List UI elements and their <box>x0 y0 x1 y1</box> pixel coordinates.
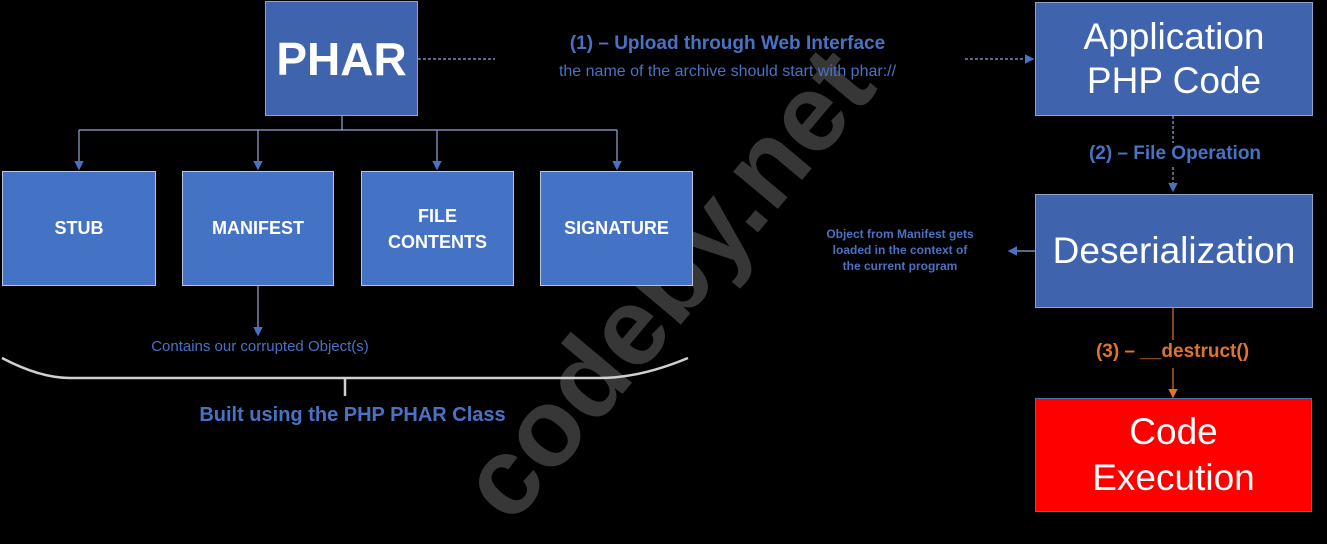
component-label: MANIFEST <box>212 218 304 238</box>
step2-label: (2) – File Operation <box>1088 143 1262 164</box>
step1-subtitle: the name of the archive should start wit… <box>558 63 897 80</box>
deserialization-note: Object from Manifest gets loaded in the … <box>795 226 1005 274</box>
brace <box>1 356 689 380</box>
component-file-contents: FILE CONTENTS <box>361 171 514 286</box>
note-line: loaded in the context of <box>832 243 968 257</box>
component-manifest: MANIFEST <box>182 171 334 286</box>
step3-label: (3) – __destruct() <box>1095 341 1250 362</box>
component-stub: STUB <box>2 171 156 286</box>
phar-title: PHAR <box>276 32 407 85</box>
phar-box: PHAR <box>265 1 418 116</box>
app-code-line1: Application <box>1083 16 1265 57</box>
manifest-note: Contains our corrupted Object(s) <box>151 338 369 355</box>
note-line: Object from Manifest gets <box>826 227 974 241</box>
code-exec-line1: Code <box>1129 411 1218 452</box>
component-label: SIGNATURE <box>564 218 669 238</box>
app-code-box: Application PHP Code <box>1035 2 1313 116</box>
note-line: the current program <box>842 259 958 273</box>
component-label: STUB <box>54 218 104 238</box>
app-code-line2: PHP Code <box>1086 60 1262 101</box>
step1-title: (1) – Upload through Web Interface <box>569 33 886 54</box>
built-using-label: Built using the PHP PHAR Class <box>199 404 506 426</box>
component-signature: SIGNATURE <box>540 171 693 286</box>
deserialization-box: Deserialization <box>1035 194 1313 308</box>
deserialization-label: Deserialization <box>1052 230 1296 271</box>
code-exec-line2: Execution <box>1092 457 1255 498</box>
code-execution-box: Code Execution <box>1035 398 1312 512</box>
component-label: FILE CONTENTS <box>388 205 487 252</box>
